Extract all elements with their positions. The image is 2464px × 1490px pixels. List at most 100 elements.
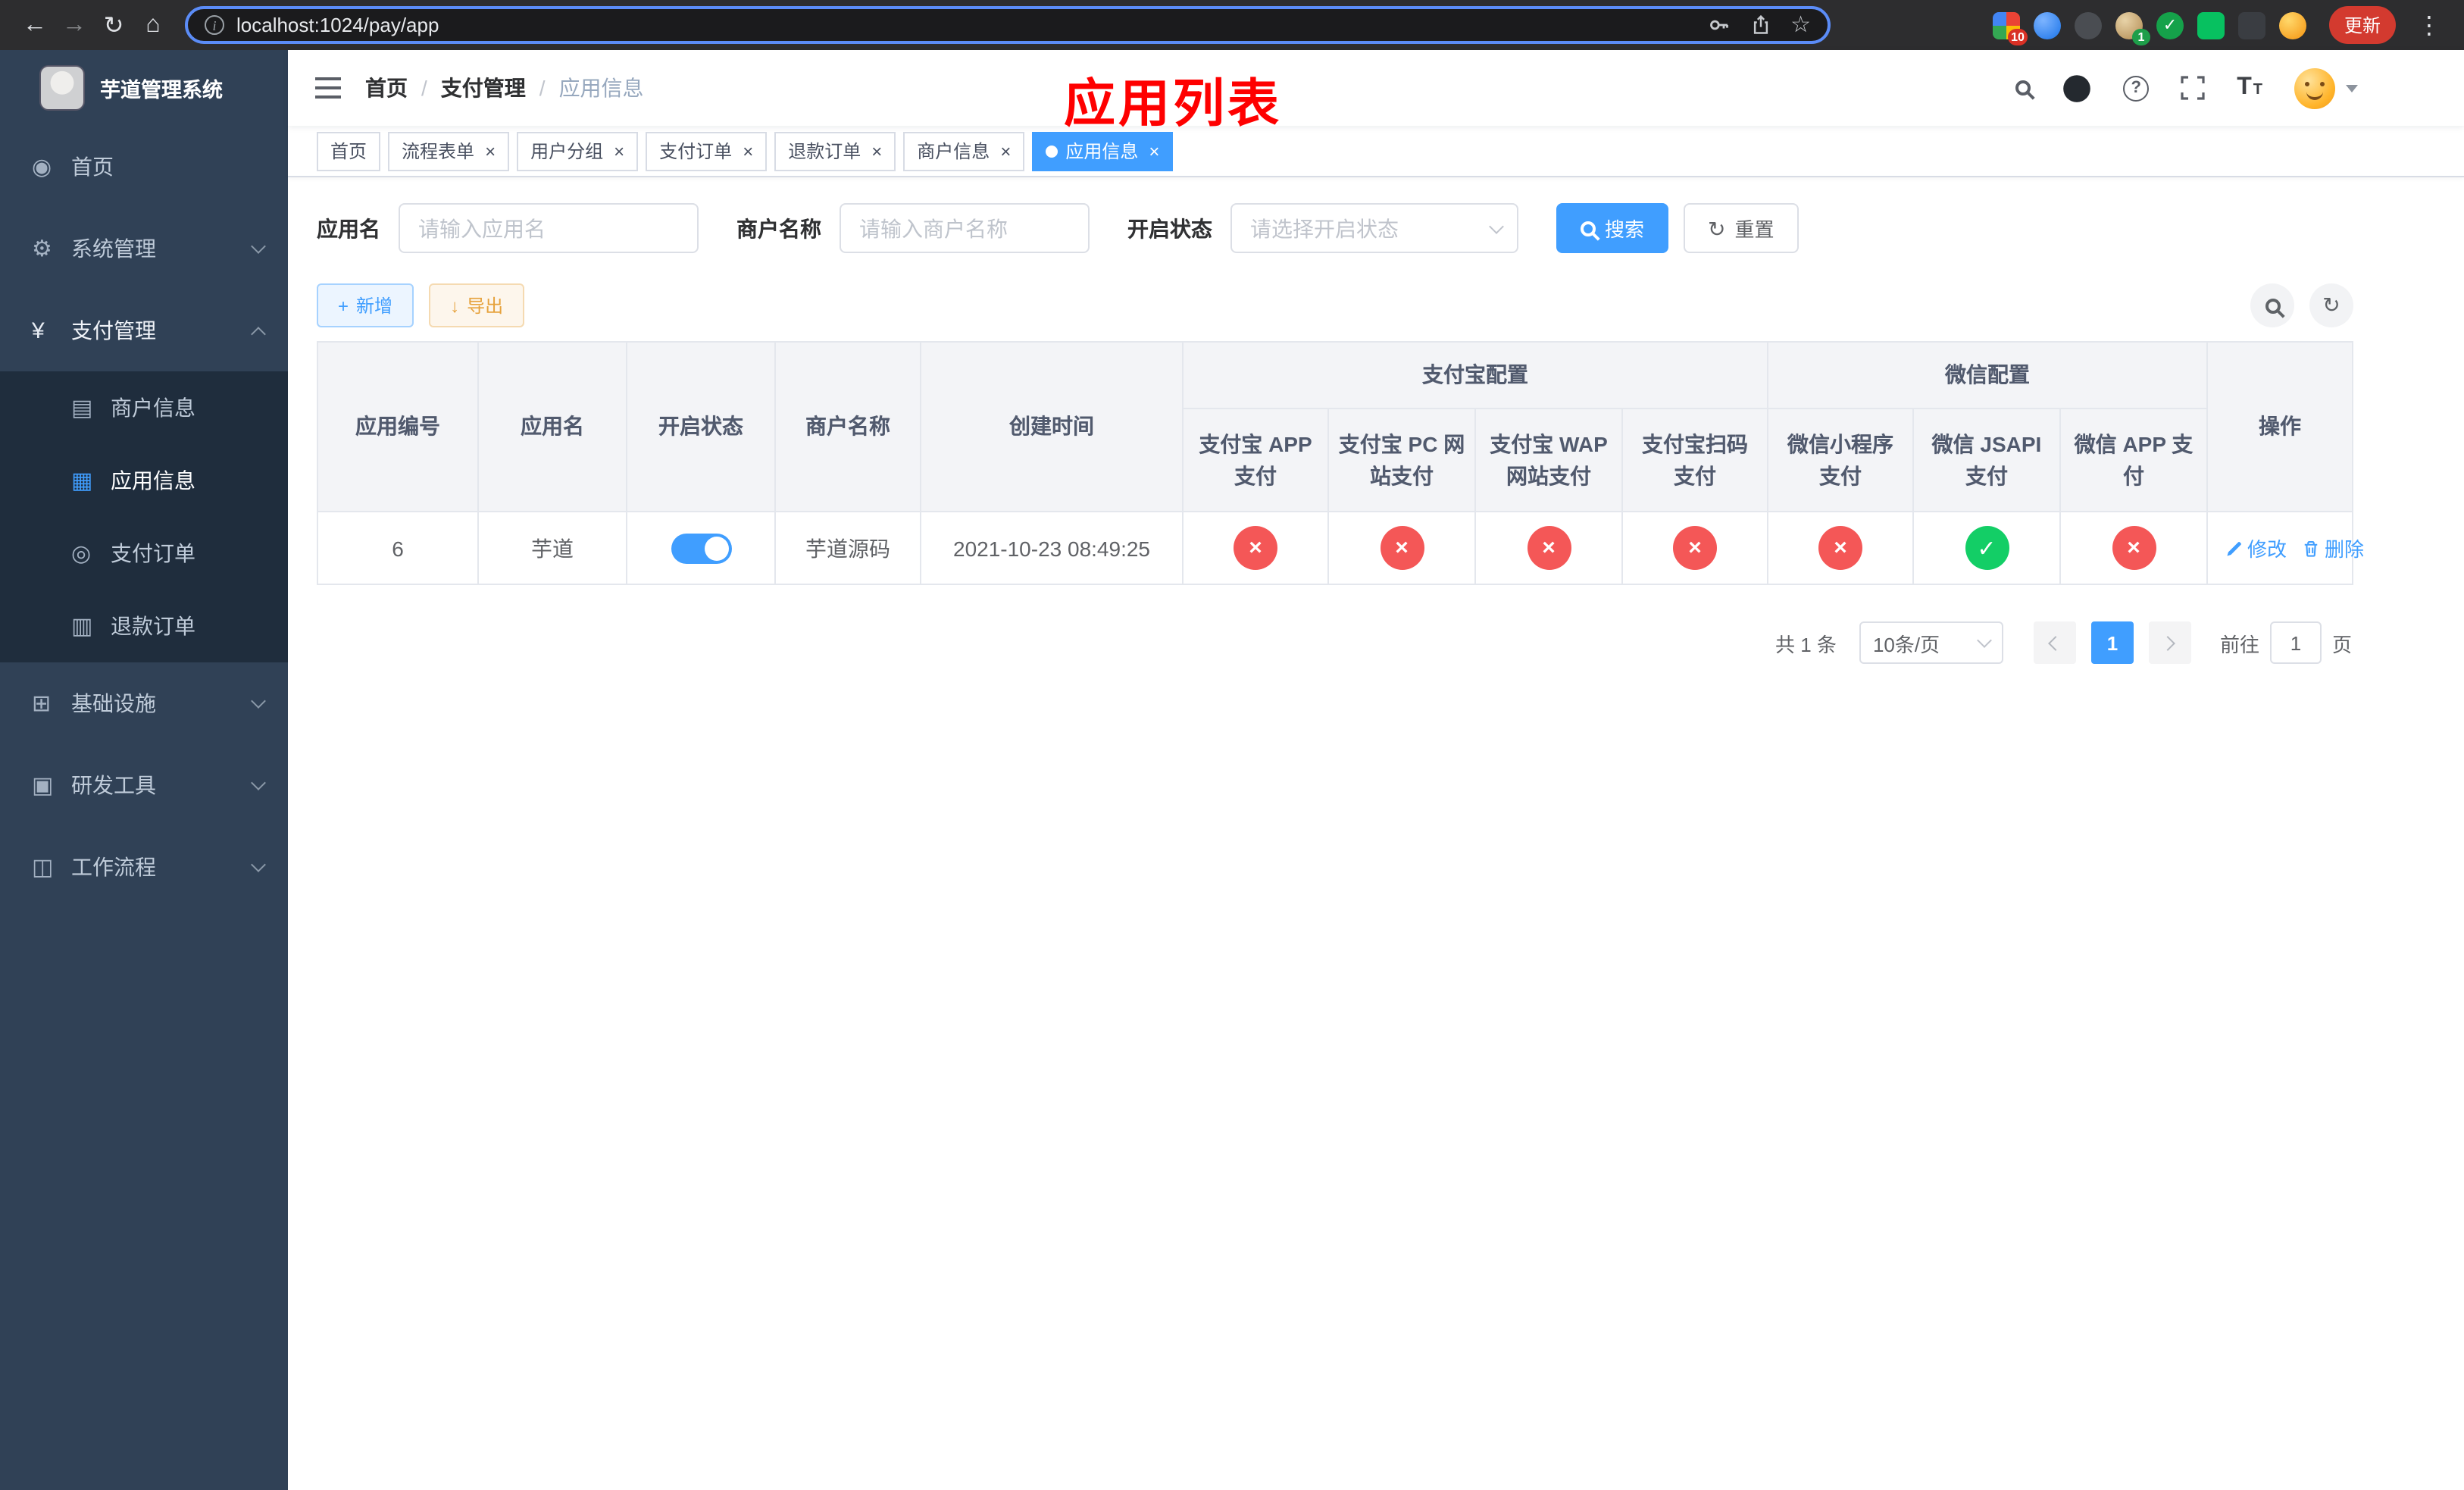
font-size-icon[interactable]: TT bbox=[2237, 75, 2262, 100]
chevron-down-icon bbox=[1489, 218, 1504, 233]
sidebar-item-app-info[interactable]: ▦ 应用信息 bbox=[0, 444, 288, 517]
show-search-button[interactable] bbox=[2250, 283, 2294, 327]
extension-pin-icon[interactable] bbox=[2237, 11, 2265, 39]
close-icon[interactable]: × bbox=[871, 142, 882, 160]
tab-pay-orders[interactable]: 支付订单 × bbox=[646, 131, 768, 171]
breadcrumb: 首页 / 支付管理 / 应用信息 bbox=[365, 73, 644, 103]
app-logo[interactable]: 芋道管理系统 bbox=[0, 50, 288, 126]
extension-dark-icon[interactable] bbox=[2074, 11, 2102, 39]
col-actions: 操作 bbox=[2206, 341, 2353, 512]
tab-home[interactable]: 首页 bbox=[317, 131, 381, 171]
browser-menu-icon[interactable]: ⋮ bbox=[2409, 10, 2449, 40]
breadcrumb-home[interactable]: 首页 bbox=[365, 73, 408, 103]
tab-refund-orders[interactable]: 退款订单 × bbox=[774, 131, 896, 171]
address-bar[interactable]: i localhost:1024/pay/app ☆ bbox=[185, 6, 1831, 44]
search-icon[interactable] bbox=[2015, 80, 2031, 95]
payment-submenu: ▤ 商户信息 ▦ 应用信息 ◎ 支付订单 ▥ 退款订单 bbox=[0, 371, 288, 662]
app-name-input[interactable] bbox=[399, 203, 699, 253]
url-text[interactable]: localhost:1024/pay/app bbox=[236, 14, 1707, 36]
chevron-down-icon bbox=[251, 693, 266, 709]
reset-button[interactable]: ↻ 重置 bbox=[1684, 203, 1799, 253]
col-status: 开启状态 bbox=[626, 341, 776, 512]
close-icon[interactable]: × bbox=[1149, 142, 1159, 160]
sidebar-item-pay-orders[interactable]: ◎ 支付订单 bbox=[0, 517, 288, 590]
edit-link[interactable]: 修改 bbox=[2225, 534, 2287, 562]
status-fail-icon: × bbox=[1818, 526, 1862, 570]
cell-app-id: 6 bbox=[317, 511, 479, 585]
sidebar-item-refund-orders[interactable]: ▥ 退款订单 bbox=[0, 590, 288, 662]
col-created: 创建时间 bbox=[920, 341, 1184, 512]
chevron-down-icon bbox=[251, 857, 266, 872]
yen-icon: ¥ bbox=[32, 318, 45, 343]
status-fail-icon: × bbox=[1673, 526, 1717, 570]
goto-page-input[interactable] bbox=[2269, 621, 2322, 664]
merchant-name-input[interactable] bbox=[840, 203, 1090, 253]
page-size-select[interactable]: 10条/页 bbox=[1859, 621, 2003, 664]
filter-form: 应用名 商户名称 开启状态 请选择开启状态 搜索 bbox=[317, 203, 2353, 253]
home-icon[interactable]: ⌂ bbox=[133, 5, 173, 45]
user-menu[interactable] bbox=[2294, 67, 2358, 108]
chevron-left-icon bbox=[2049, 635, 2064, 650]
tab-user-group[interactable]: 用户分组 × bbox=[517, 131, 639, 171]
extension-wechat-icon[interactable] bbox=[2197, 11, 2225, 39]
navbar: 首页 / 支付管理 / 应用信息 应用列表 ? TT bbox=[288, 50, 2464, 133]
status-toggle[interactable] bbox=[671, 533, 731, 563]
order-icon: ◎ bbox=[71, 541, 92, 567]
github-icon[interactable] bbox=[2062, 74, 2091, 102]
extension-emoji-icon[interactable] bbox=[2278, 11, 2306, 39]
sidebar-item-home[interactable]: ◉ 首页 bbox=[0, 126, 288, 208]
search-button[interactable]: 搜索 bbox=[1556, 203, 1669, 253]
close-icon[interactable]: × bbox=[1000, 142, 1011, 160]
extension-colorful-icon[interactable]: 10 bbox=[1992, 11, 2028, 45]
extension-badge: 1 bbox=[2131, 28, 2150, 45]
caret-down-icon bbox=[2346, 84, 2358, 92]
download-icon: ↓ bbox=[450, 295, 460, 316]
add-button[interactable]: + 新增 bbox=[317, 283, 414, 327]
sidebar-item-workflow[interactable]: ◫ 工作流程 bbox=[0, 826, 288, 908]
password-key-icon[interactable] bbox=[1707, 14, 1730, 36]
forward-icon[interactable]: → bbox=[55, 5, 94, 45]
tab-merchant-info[interactable]: 商户信息 × bbox=[903, 131, 1025, 171]
page-number-current[interactable]: 1 bbox=[2090, 621, 2134, 664]
chevron-right-icon bbox=[2161, 635, 2176, 650]
back-icon[interactable]: ← bbox=[15, 5, 55, 45]
tags-bar: 首页 流程表单 × 用户分组 × 支付订单 × 退款订单 × 商户信息 × 应用… bbox=[288, 126, 2464, 177]
goto-prefix: 前往 bbox=[2219, 633, 2259, 656]
fullscreen-icon[interactable] bbox=[2181, 76, 2205, 100]
search-icon bbox=[2265, 298, 2280, 313]
close-icon[interactable]: × bbox=[614, 142, 624, 160]
chrome-update-button[interactable]: 更新 bbox=[2328, 6, 2396, 44]
sidebar-item-dev-tools[interactable]: ▣ 研发工具 bbox=[0, 744, 288, 826]
help-icon[interactable]: ? bbox=[2123, 75, 2150, 101]
close-icon[interactable]: × bbox=[743, 142, 753, 160]
status-fail-icon: × bbox=[1234, 526, 1277, 570]
refresh-button[interactable]: ↻ bbox=[2309, 283, 2353, 327]
tab-app-info[interactable]: 应用信息 × bbox=[1032, 131, 1174, 171]
grid-icon: ▦ bbox=[71, 468, 93, 494]
share-icon[interactable] bbox=[1750, 14, 1771, 36]
sidebar-item-system[interactable]: ⚙ 系统管理 bbox=[0, 208, 288, 290]
status-select[interactable]: 请选择开启状态 bbox=[1230, 203, 1518, 253]
col-wx-app: 微信 APP 支付 bbox=[2059, 408, 2208, 512]
col-alipay-app: 支付宝 APP 支付 bbox=[1182, 408, 1329, 512]
sidebar-item-payment[interactable]: ¥ 支付管理 bbox=[0, 290, 288, 371]
collapse-sidebar-icon[interactable] bbox=[315, 77, 341, 99]
tab-process-form[interactable]: 流程表单 × bbox=[388, 131, 510, 171]
breadcrumb-payment[interactable]: 支付管理 bbox=[441, 73, 526, 103]
next-page-button[interactable] bbox=[2148, 621, 2191, 664]
close-icon[interactable]: × bbox=[485, 142, 496, 160]
col-wx-jsapi: 微信 JSAPI 支付 bbox=[1912, 408, 2061, 512]
delete-link[interactable]: 删除 bbox=[2302, 534, 2364, 562]
bookmark-star-icon[interactable]: ☆ bbox=[1790, 14, 1811, 36]
prev-page-button[interactable] bbox=[2033, 621, 2076, 664]
extension-avatar-icon[interactable]: 1 bbox=[2115, 11, 2150, 45]
avatar[interactable] bbox=[2294, 67, 2335, 108]
extension-check-icon[interactable]: ✓ bbox=[2156, 11, 2184, 39]
export-button[interactable]: ↓ 导出 bbox=[429, 283, 525, 327]
sidebar-item-infrastructure[interactable]: ⊞ 基础设施 bbox=[0, 662, 288, 744]
extension-blue-icon[interactable] bbox=[2033, 11, 2061, 39]
reload-icon[interactable]: ↻ bbox=[94, 5, 133, 45]
sidebar-item-merchant-info[interactable]: ▤ 商户信息 bbox=[0, 371, 288, 444]
site-info-icon[interactable]: i bbox=[205, 15, 224, 35]
refresh-icon: ↻ bbox=[2322, 293, 2340, 317]
